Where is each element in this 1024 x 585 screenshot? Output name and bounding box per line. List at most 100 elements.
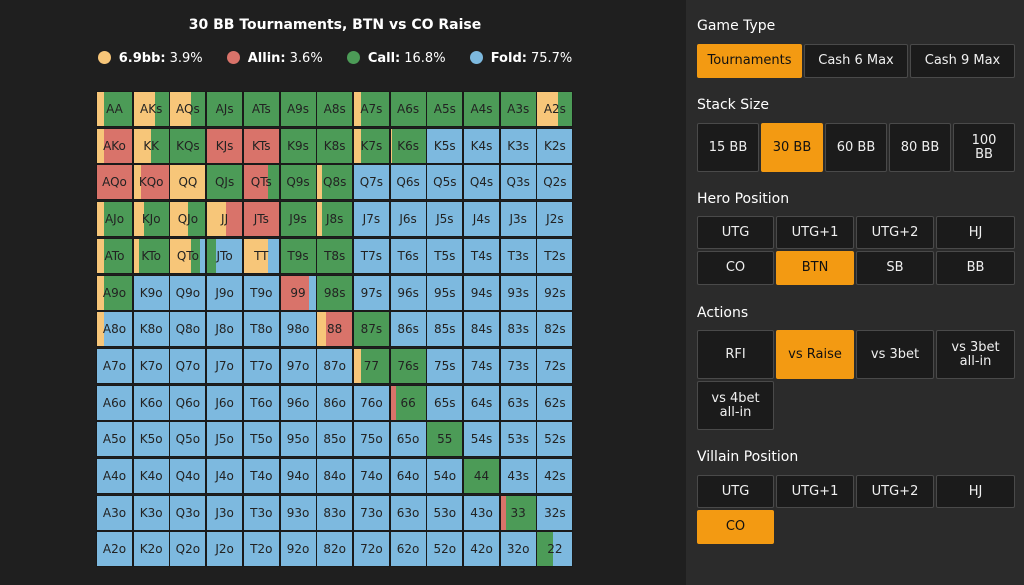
hand-cell[interactable]: J9s bbox=[279, 201, 317, 238]
hand-cell[interactable]: QJo bbox=[169, 201, 207, 238]
hand-cell[interactable]: T5o bbox=[242, 421, 280, 458]
hand-cell[interactable]: K2s bbox=[536, 127, 574, 164]
hand-cell[interactable]: K9o bbox=[132, 274, 170, 311]
hand-cell[interactable]: Q3s bbox=[499, 164, 537, 201]
villain-position-hj-button[interactable]: HJ bbox=[936, 475, 1015, 508]
hand-cell[interactable]: AA bbox=[96, 91, 133, 127]
hand-cell[interactable]: T4s bbox=[463, 237, 500, 274]
hand-cell[interactable]: 42o bbox=[463, 531, 500, 568]
hero-position-sb-button[interactable]: SB bbox=[856, 251, 934, 285]
hand-cell[interactable]: T7s bbox=[352, 237, 390, 274]
hand-cell[interactable]: 83s bbox=[499, 311, 537, 348]
hand-cell[interactable]: 88 bbox=[316, 311, 354, 348]
hero-position-bb-button[interactable]: BB bbox=[936, 251, 1015, 285]
hand-cell[interactable]: 85o bbox=[316, 421, 354, 458]
hand-cell[interactable]: T4o bbox=[242, 458, 280, 494]
hand-cell[interactable]: Q5o bbox=[169, 421, 207, 458]
stack-80bb-button[interactable]: 80 BB bbox=[889, 123, 951, 172]
hand-cell[interactable]: Q6s bbox=[389, 164, 427, 201]
action-vs-3bet-button[interactable]: vs 3bet bbox=[856, 330, 934, 379]
hand-cell[interactable]: A5s bbox=[426, 91, 464, 127]
hand-cell[interactable]: 74s bbox=[463, 347, 500, 384]
hand-cell[interactable]: 97s bbox=[352, 274, 390, 311]
hand-cell[interactable]: 73s bbox=[499, 347, 537, 384]
villain-position-utg2-button[interactable]: UTG+2 bbox=[856, 475, 934, 508]
action-vs-4bet-allin-button[interactable]: vs 4bet all-in bbox=[697, 381, 774, 430]
villain-position-utg-button[interactable]: UTG bbox=[697, 475, 774, 508]
hand-cell[interactable]: KQs bbox=[169, 127, 207, 164]
hand-cell[interactable]: 64s bbox=[463, 384, 500, 421]
hand-cell[interactable]: Q8s bbox=[316, 164, 354, 201]
action-vs-3bet-allin-button[interactable]: vs 3bet all-in bbox=[936, 330, 1015, 379]
hand-cell[interactable]: J4o bbox=[206, 458, 244, 494]
hand-cell[interactable]: 84s bbox=[463, 311, 500, 348]
hand-cell[interactable]: 82o bbox=[316, 531, 354, 568]
hero-position-utg1-button[interactable]: UTG+1 bbox=[776, 216, 854, 249]
hand-cell[interactable]: KJs bbox=[206, 127, 244, 164]
hand-cell[interactable]: JJ bbox=[206, 201, 244, 238]
hand-cell[interactable]: K8s bbox=[316, 127, 354, 164]
hand-cell[interactable]: Q4s bbox=[463, 164, 500, 201]
hand-cell[interactable]: AKo bbox=[96, 127, 133, 164]
hand-cell[interactable]: T3o bbox=[242, 494, 280, 531]
hand-cell[interactable]: 63o bbox=[389, 494, 427, 531]
hand-cell[interactable]: T2s bbox=[536, 237, 574, 274]
hand-cell[interactable]: A7o bbox=[96, 347, 133, 384]
hand-cell[interactable]: Q7o bbox=[169, 347, 207, 384]
hand-cell[interactable]: A5o bbox=[96, 421, 133, 458]
hand-cell[interactable]: A2o bbox=[96, 531, 133, 568]
hand-cell[interactable]: 75o bbox=[352, 421, 390, 458]
hand-cell[interactable]: Q7s bbox=[352, 164, 390, 201]
hand-cell[interactable]: J5o bbox=[206, 421, 244, 458]
hand-cell[interactable]: 65s bbox=[426, 384, 464, 421]
hand-cell[interactable]: 66 bbox=[389, 384, 427, 421]
hand-cell[interactable]: K7s bbox=[352, 127, 390, 164]
hand-cell[interactable]: KK bbox=[132, 127, 170, 164]
hand-cell[interactable]: 43s bbox=[499, 458, 537, 494]
hand-cell[interactable]: 76s bbox=[389, 347, 427, 384]
hand-cell[interactable]: 96s bbox=[389, 274, 427, 311]
hero-position-co-button[interactable]: CO bbox=[697, 251, 774, 285]
hand-cell[interactable]: J7o bbox=[206, 347, 244, 384]
hand-cell[interactable]: 86s bbox=[389, 311, 427, 348]
hand-cell[interactable]: A9s bbox=[279, 91, 317, 127]
hand-cell[interactable]: 83o bbox=[316, 494, 354, 531]
hand-cell[interactable]: 99 bbox=[279, 274, 317, 311]
hand-cell[interactable]: 33 bbox=[499, 494, 537, 531]
hand-cell[interactable]: 53o bbox=[426, 494, 464, 531]
hand-cell[interactable]: K3o bbox=[132, 494, 170, 531]
hand-cell[interactable]: 32s bbox=[536, 494, 574, 531]
hand-cell[interactable]: 92o bbox=[279, 531, 317, 568]
hand-cell[interactable]: TT bbox=[242, 237, 280, 274]
hand-cell[interactable]: K4s bbox=[463, 127, 500, 164]
hand-cell[interactable]: KJo bbox=[132, 201, 170, 238]
hand-cell[interactable]: K2o bbox=[132, 531, 170, 568]
hand-cell[interactable]: AKs bbox=[132, 91, 170, 127]
hand-cell[interactable]: 62s bbox=[536, 384, 574, 421]
hand-cell[interactable]: AQo bbox=[96, 164, 133, 201]
hand-cell[interactable]: 77 bbox=[352, 347, 390, 384]
villain-position-co-button[interactable]: CO bbox=[697, 510, 774, 544]
hand-cell[interactable]: 95o bbox=[279, 421, 317, 458]
hand-cell[interactable]: 54o bbox=[426, 458, 464, 494]
hero-position-utg2-button[interactable]: UTG+2 bbox=[856, 216, 934, 249]
hand-cell[interactable]: K9s bbox=[279, 127, 317, 164]
hand-cell[interactable]: JTs bbox=[242, 201, 280, 238]
hand-cell[interactable]: 72o bbox=[352, 531, 390, 568]
hand-cell[interactable]: Q9s bbox=[279, 164, 317, 201]
hand-cell[interactable]: 55 bbox=[426, 421, 464, 458]
villain-position-utg1-button[interactable]: UTG+1 bbox=[776, 475, 854, 508]
hand-cell[interactable]: T3s bbox=[499, 237, 537, 274]
hand-cell[interactable]: 82s bbox=[536, 311, 574, 348]
game-type-cash-9-max-button[interactable]: Cash 9 Max bbox=[910, 44, 1015, 78]
hand-cell[interactable]: 22 bbox=[536, 531, 574, 568]
hand-cell[interactable]: Q5s bbox=[426, 164, 464, 201]
hand-cell[interactable]: 64o bbox=[389, 458, 427, 494]
hand-cell[interactable]: 84o bbox=[316, 458, 354, 494]
hand-cell[interactable]: 73o bbox=[352, 494, 390, 531]
hand-cell[interactable]: A8s bbox=[316, 91, 354, 127]
hand-cell[interactable]: T6s bbox=[389, 237, 427, 274]
hand-cell[interactable]: JTo bbox=[206, 237, 244, 274]
hand-cell[interactable]: K5o bbox=[132, 421, 170, 458]
hand-cell[interactable]: ATs bbox=[242, 91, 280, 127]
